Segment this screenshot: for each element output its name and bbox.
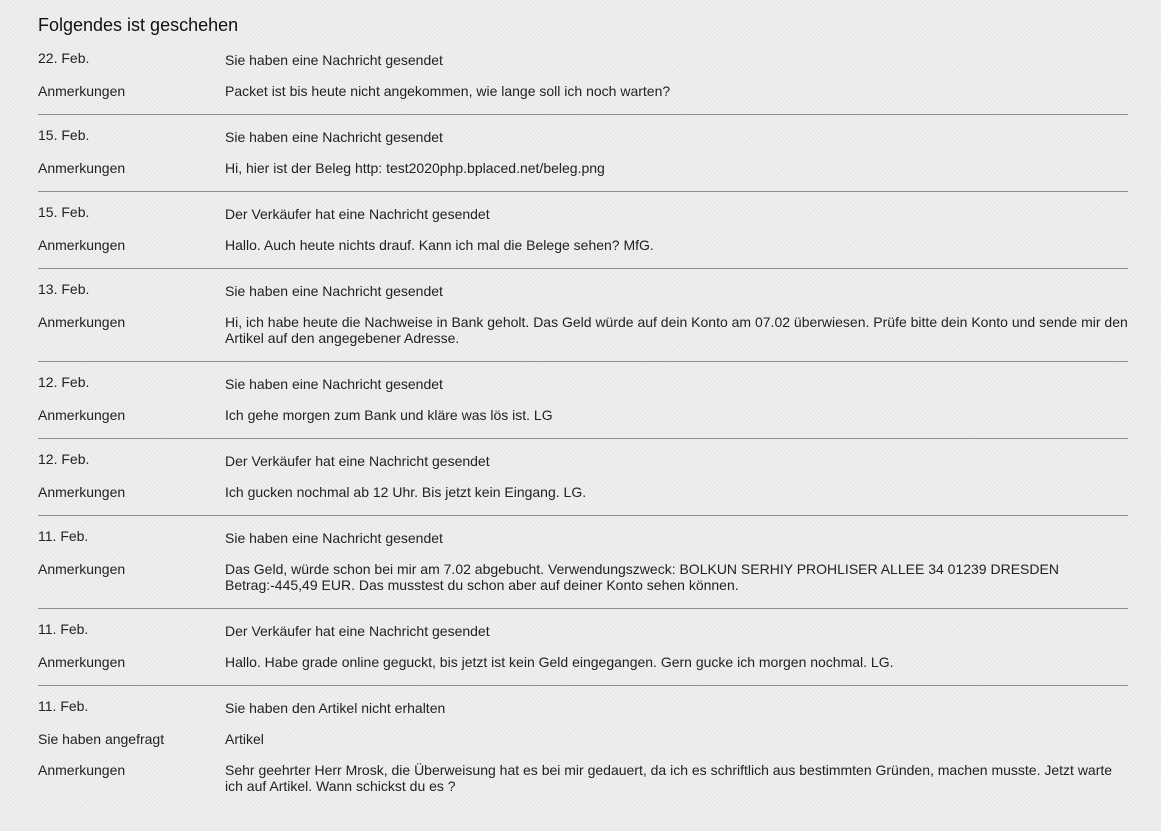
entry-detail-row: Anmerkungen Hallo. Habe grade online geg… [38,654,1128,670]
history-entry: 13. Feb. Sie haben eine Nachricht gesend… [38,281,1128,362]
entry-detail-row: Anmerkungen Hallo. Auch heute nichts dra… [38,237,1128,253]
detail-label: Anmerkungen [38,160,126,176]
entry-event: Sie haben eine Nachricht gesendet [225,52,443,68]
entry-header-row: 11. Feb. Sie haben den Artikel nicht erh… [38,698,1128,716]
detail-value: Ich gehe morgen zum Bank und kläre was l… [225,407,553,423]
entry-event: Sie haben den Artikel nicht erhalten [225,700,446,716]
page-title: Folgendes ist geschehen [38,15,239,35]
history-entry: 12. Feb. Der Verkäufer hat eine Nachrich… [38,451,1128,516]
activity-log: Folgendes ist geschehen 22. Feb. Sie hab… [0,0,1128,794]
history-entry: 11. Feb. Sie haben den Artikel nicht erh… [38,698,1128,794]
entry-header-row: 13. Feb. Sie haben eine Nachricht gesend… [38,281,1128,299]
detail-value: Hi, hier ist der Beleg http: test2020php… [225,160,605,176]
entry-date: 12. Feb. [38,374,90,390]
entry-date: 11. Feb. [38,698,89,714]
entry-header-row: 15. Feb. Der Verkäufer hat eine Nachrich… [38,204,1128,222]
entry-detail-row: Anmerkungen Hi, ich habe heute die Nachw… [38,314,1128,346]
detail-value: Packet ist bis heute nicht angekommen, w… [225,83,671,99]
entry-header-row: 22. Feb. Sie haben eine Nachricht gesend… [38,50,1128,68]
entry-date: 11. Feb. [38,528,89,544]
entry-detail-row: Anmerkungen Ich gehe morgen zum Bank und… [38,407,1128,423]
detail-label: Anmerkungen [38,484,126,500]
entry-header-row: 11. Feb. Sie haben eine Nachricht gesend… [38,528,1128,546]
entry-detail-row: Anmerkungen Sehr geehrter Herr Mrosk, di… [38,762,1128,794]
entry-event: Sie haben eine Nachricht gesendet [225,376,443,392]
detail-label: Anmerkungen [38,83,126,99]
entry-event: Der Verkäufer hat eine Nachricht gesende… [225,206,490,222]
entry-event: Sie haben eine Nachricht gesendet [225,283,443,299]
detail-value: Sehr geehrter Herr Mrosk, die Überweisun… [225,762,1113,794]
entry-detail-row: Anmerkungen Packet ist bis heute nicht a… [38,83,1128,99]
entry-header-row: 12. Feb. Sie haben eine Nachricht gesend… [38,374,1128,392]
detail-label: Anmerkungen [38,561,126,577]
entry-list: 22. Feb. Sie haben eine Nachricht gesend… [38,50,1128,794]
entry-date: 15. Feb. [38,204,90,220]
detail-value: Ich gucken nochmal ab 12 Uhr. Bis jetzt … [225,484,587,500]
entry-header-row: 12. Feb. Der Verkäufer hat eine Nachrich… [38,451,1128,469]
entry-date: 15. Feb. [38,127,90,143]
entry-date: 22. Feb. [38,50,90,66]
entry-date: 13. Feb. [38,281,90,297]
detail-label: Anmerkungen [38,654,126,670]
entry-header-row: 15. Feb. Sie haben eine Nachricht gesend… [38,127,1128,145]
detail-value: Das Geld, würde schon bei mir am 7.02 ab… [225,561,1059,593]
history-entry: 15. Feb. Sie haben eine Nachricht gesend… [38,127,1128,192]
history-entry: 11. Feb. Sie haben eine Nachricht gesend… [38,528,1128,609]
detail-value: Hallo. Auch heute nichts drauf. Kann ich… [225,237,654,253]
detail-value: Artikel [225,731,264,747]
detail-label: Sie haben angefragt [38,731,165,747]
detail-value: Hi, ich habe heute die Nachweise in Bank… [225,314,1128,346]
entry-detail-row: Anmerkungen Das Geld, würde schon bei mi… [38,561,1128,593]
history-entry: 11. Feb. Der Verkäufer hat eine Nachrich… [38,621,1128,686]
entry-detail-row: Sie haben angefragt Artikel [38,731,1128,747]
entry-date: 12. Feb. [38,451,90,467]
entry-event: Sie haben eine Nachricht gesendet [225,129,443,145]
history-entry: 12. Feb. Sie haben eine Nachricht gesend… [38,374,1128,439]
detail-value: Hallo. Habe grade online geguckt, bis je… [225,654,894,670]
entry-event: Der Verkäufer hat eine Nachricht gesende… [225,453,490,469]
detail-label: Anmerkungen [38,237,126,253]
entry-event: Sie haben eine Nachricht gesendet [225,530,443,546]
entry-detail-row: Anmerkungen Hi, hier ist der Beleg http:… [38,160,1128,176]
entry-date: 11. Feb. [38,621,89,637]
detail-label: Anmerkungen [38,314,126,330]
detail-label: Anmerkungen [38,762,126,778]
detail-label: Anmerkungen [38,407,126,423]
entry-event: Der Verkäufer hat eine Nachricht gesende… [225,623,490,639]
entry-header-row: 11. Feb. Der Verkäufer hat eine Nachrich… [38,621,1128,639]
history-entry: 22. Feb. Sie haben eine Nachricht gesend… [38,50,1128,115]
history-entry: 15. Feb. Der Verkäufer hat eine Nachrich… [38,204,1128,269]
entry-detail-row: Anmerkungen Ich gucken nochmal ab 12 Uhr… [38,484,1128,500]
